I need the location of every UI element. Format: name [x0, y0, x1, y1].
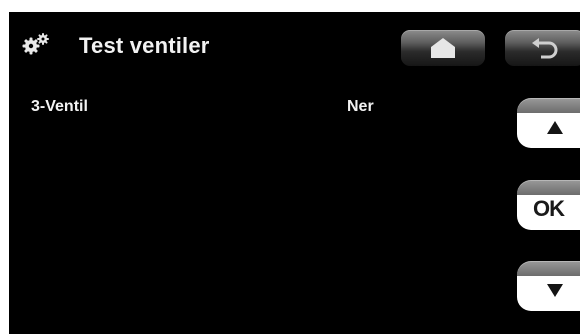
gears-icon: [22, 33, 49, 55]
row-label-3-ventil: 3-Ventil: [31, 98, 88, 115]
display-screen: Test ventiler 3-Ventil Ner OK: [9, 12, 580, 334]
home-button[interactable]: [401, 30, 485, 66]
arrow-up-icon: [547, 121, 563, 134]
ok-button[interactable]: OK: [517, 180, 580, 230]
home-icon: [431, 38, 455, 58]
ok-label: OK: [533, 196, 565, 221]
page-title: Test ventiler: [79, 33, 210, 58]
scroll-down-button[interactable]: [517, 261, 580, 311]
back-button[interactable]: [505, 30, 580, 66]
back-arrow-icon: [532, 38, 558, 59]
arrow-down-icon: [547, 284, 563, 297]
row-value-3-ventil[interactable]: Ner: [347, 98, 374, 116]
scroll-up-button[interactable]: [517, 98, 580, 148]
